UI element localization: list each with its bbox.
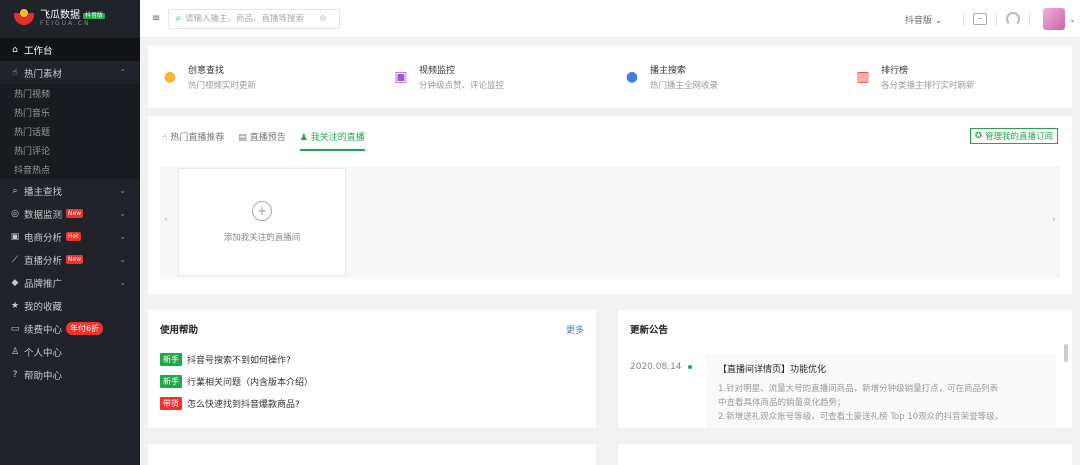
person-icon: ●	[625, 69, 639, 85]
chevron-right-icon[interactable]: ›	[1052, 214, 1056, 225]
help-panel: 使用帮助 更多 新手 抖音号搜索不到如何操作? 新手 行業相关问题（内含版本介绍…	[148, 310, 596, 428]
user-menu-chevron-icon[interactable]: ⌄	[1069, 15, 1076, 24]
sidebar-item-help[interactable]: ? 帮助中心	[0, 363, 140, 386]
sidebar-item-live-analysis[interactable]: ⟋ 直播分析 New ⌄	[0, 248, 140, 271]
sidebar-sub-hot-comment[interactable]: 热门评论	[0, 141, 140, 160]
avatar[interactable]	[1043, 8, 1066, 30]
news-scrollbar[interactable]	[1064, 344, 1068, 362]
eye-icon: ◎	[11, 208, 19, 219]
menu-toggle-icon[interactable]: ≡	[152, 13, 160, 24]
sidebar-item-hot-material[interactable]: ☝ 热门素材 ⌃	[0, 61, 140, 84]
sidebar-item-data-monitor[interactable]: ◎ 数据监测 New ⌄	[0, 202, 140, 225]
sidebar-sub-hot-topic[interactable]: 热门话题	[0, 122, 140, 141]
sidebar-item-workbench[interactable]: ⌂ 工作台	[0, 38, 140, 61]
home-icon: ⌂	[12, 44, 18, 55]
monitor-icon[interactable]: ~	[973, 13, 988, 25]
chevron-down-icon: ⌄	[119, 232, 126, 241]
tag-newbie: 新手	[160, 374, 182, 388]
discount-badge: 年付6折	[66, 322, 104, 335]
top-bar: ≡ ⌕ ⊗ 抖音版 ⌄ ~ ⌄	[140, 0, 1080, 38]
divider	[1029, 12, 1031, 26]
watermelon-logo-icon	[14, 9, 34, 25]
trend-icon: ⟋	[11, 254, 19, 265]
lightbulb-icon: ●	[163, 69, 177, 85]
tag-sales: 带货	[160, 396, 182, 410]
bag-icon: ▣	[10, 231, 20, 242]
search-box[interactable]: ⌕ ⊗	[168, 8, 341, 29]
news-item[interactable]: 【直播间详情页】功能优化 1.针对明星、流量大号的直播间商品，新增分钟级销量打点…	[706, 354, 1056, 428]
new-badge: New	[66, 255, 84, 264]
help-title: 使用帮助	[160, 325, 199, 336]
chevron-down-icon: ⌄	[119, 209, 126, 218]
star-icon: ★	[10, 300, 20, 311]
divider	[996, 12, 998, 26]
feature-cards: ● 创意查找 热门视频实时更新 ▣ 视频监控 分钟级点赞、评论监控 ● 播主搜索…	[148, 46, 1072, 108]
sidebar-item-blogger-search[interactable]: ⌕ 播主查找 ⌄	[0, 179, 140, 202]
tag-newbie: 新手	[160, 352, 182, 366]
user-icon: ♙	[10, 346, 20, 357]
tab-hot-live[interactable]: ☝ 热门直播推荐	[162, 130, 224, 151]
chevron-up-icon: ⌃	[119, 68, 126, 77]
brand-badge: 抖音版	[83, 11, 106, 19]
person-icon: ♟	[299, 133, 311, 143]
help-row[interactable]: 新手 行業相关问题（内含版本介绍）	[148, 370, 596, 392]
chevron-down-icon: ⌄	[119, 186, 126, 195]
help-more-link[interactable]: 更多	[566, 323, 584, 336]
chevron-down-icon: ⌄	[119, 255, 126, 264]
bar-chart-icon: ▥	[856, 69, 870, 85]
manage-subscription-button[interactable]: ✪ 管理我的直播订阅	[969, 128, 1058, 144]
help-row[interactable]: 带货 怎么快速找到抖音爆款商品?	[148, 392, 596, 414]
panel-stub	[148, 444, 596, 465]
card-blogger-search[interactable]: ● 播主搜索 热门播主全网收录	[610, 46, 841, 108]
sidebar-sub-hot-video[interactable]: 热门视频	[0, 84, 140, 103]
panel-stub	[618, 444, 1072, 465]
divider	[963, 12, 965, 26]
new-badge: New	[66, 209, 84, 218]
diamond-icon: ◆	[11, 277, 19, 288]
timeline-dot	[687, 365, 692, 369]
brand-logo[interactable]: 飞瓜数据 抖音版 FEIGUA.CN	[0, 0, 140, 38]
hot-badge: Hot	[66, 232, 81, 241]
chevron-down-icon: ⌄	[119, 278, 126, 287]
add-followed-live-card[interactable]: + 添加我关注的直播间	[178, 168, 346, 276]
monitor-chart-icon: ▣	[394, 69, 408, 85]
clear-icon[interactable]: ⊗	[319, 14, 327, 24]
tab-followed-live[interactable]: ♟ 我关注的直播	[299, 130, 365, 151]
search-input[interactable]	[185, 13, 315, 24]
sidebar: 飞瓜数据 抖音版 FEIGUA.CN ⌂ 工作台 ☝ 热门素材 ⌃ 热门视频 热门…	[0, 0, 140, 465]
live-panel: ☝ 热门直播推荐 ▤ 直播预告 ♟ 我关注的直播 ✪ 管理我的直播订阅 ‹ + …	[148, 116, 1072, 294]
sidebar-sub-douyin-hot[interactable]: 抖音热点	[0, 160, 140, 179]
news-panel: 更新公告 2020.08.14 【直播间详情页】功能优化 1.针对明星、流量大号…	[618, 310, 1072, 428]
help-row[interactable]: 新手 抖音号搜索不到如何操作?	[148, 348, 596, 370]
plus-icon: +	[252, 201, 272, 221]
sidebar-item-favorites[interactable]: ★ 我的收藏	[0, 294, 140, 317]
headset-icon[interactable]	[1006, 12, 1021, 26]
platform-select[interactable]: 抖音版 ⌄	[905, 13, 942, 26]
card-video-monitor[interactable]: ▣ 视频监控 分钟级点赞、评论监控	[379, 46, 610, 108]
thumb-icon: ☝	[12, 67, 18, 78]
sidebar-item-brand-promo[interactable]: ◆ 品牌推广 ⌄	[0, 271, 140, 294]
card-icon: ▭	[10, 323, 20, 334]
sidebar-sub-hot-music[interactable]: 热门音乐	[0, 103, 140, 122]
news-date: 2020.08.14	[630, 362, 692, 372]
sidebar-item-renewal[interactable]: ▭ 续费中心 年付6折	[0, 317, 140, 340]
calendar-icon: ▤	[238, 133, 250, 143]
live-carousel: ‹ + 添加我关注的直播间 ›	[160, 166, 1060, 278]
search-icon: ⌕	[175, 13, 181, 24]
chevron-left-icon[interactable]: ‹	[164, 214, 168, 225]
card-ranking[interactable]: ▥ 排行榜 各分类播主排行实时刷新	[841, 46, 1072, 108]
help-icon: ?	[12, 369, 18, 380]
search-icon: ⌕	[12, 185, 18, 196]
sidebar-item-ecommerce[interactable]: ▣ 电商分析 Hot ⌄	[0, 225, 140, 248]
news-title: 更新公告	[630, 325, 669, 336]
sidebar-item-profile[interactable]: ♙ 个人中心	[0, 340, 140, 363]
brand-sub: FEIGUA.CN	[40, 20, 91, 28]
card-creative-search[interactable]: ● 创意查找 热门视频实时更新	[148, 46, 379, 108]
tab-live-preview[interactable]: ▤ 直播预告	[238, 130, 285, 151]
settings-icon: ✪	[974, 131, 982, 141]
